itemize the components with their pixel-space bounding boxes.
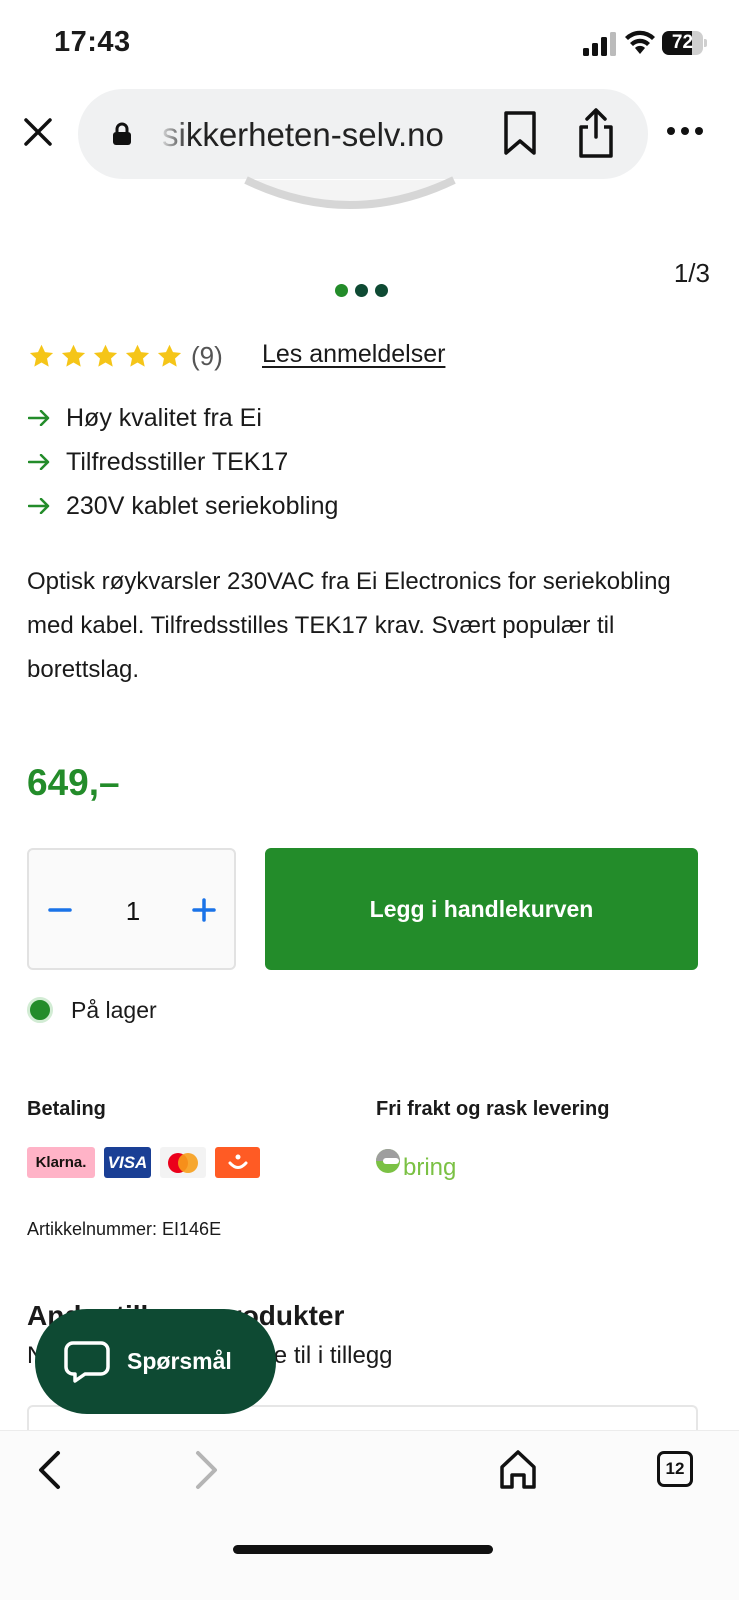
bring-logo-text: bring (403, 1154, 456, 1181)
bookmark-icon[interactable] (500, 110, 540, 156)
chat-label: Spørsmål (127, 1348, 232, 1374)
carousel-dot[interactable] (375, 284, 388, 297)
stock-text: På lager (71, 996, 157, 1023)
forward-icon[interactable] (190, 1449, 222, 1491)
minus-icon[interactable] (47, 890, 73, 930)
price: 649,– (27, 762, 120, 803)
lock-icon (113, 122, 131, 145)
carousel-counter: 1/3 (673, 258, 710, 288)
feature-text: Høy kvalitet fra Ei (66, 403, 262, 432)
star-icon (93, 344, 118, 367)
add-to-cart-button[interactable]: Legg i handlekurven (265, 848, 698, 970)
article-number: Artikkelnummer: EI146E (27, 1219, 222, 1239)
chat-button[interactable]: Spørsmål (35, 1309, 276, 1414)
star-rating (28, 343, 183, 370)
klarna-logo: Klarna. (27, 1147, 95, 1178)
arrow-right-icon (28, 410, 50, 426)
vipps-logo (215, 1147, 260, 1178)
status-bar: 17:43 72 (0, 0, 739, 88)
wifi-icon (625, 30, 655, 54)
payment-title: Betaling (27, 1098, 106, 1120)
carousel-dot[interactable] (355, 284, 368, 297)
tabs-icon[interactable]: 12 (657, 1451, 693, 1487)
back-icon[interactable] (34, 1449, 66, 1491)
quantity-stepper: 1 (27, 848, 236, 970)
visa-logo: VISA (104, 1147, 151, 1178)
star-icon (29, 344, 54, 367)
star-icon (157, 344, 182, 367)
product-image[interactable] (240, 150, 460, 210)
signal-icon (583, 32, 616, 56)
battery-icon: 72 (662, 31, 707, 55)
home-icon[interactable] (498, 1447, 538, 1491)
arrow-right-icon (28, 498, 50, 514)
delivery-title: Fri frakt og rask levering (376, 1098, 610, 1120)
feature-text: Tilfredsstiller TEK17 (66, 447, 289, 476)
chat-icon (64, 1340, 110, 1383)
rating[interactable]: (9) (28, 338, 223, 374)
share-icon[interactable] (576, 107, 616, 159)
battery-level: 72 (671, 32, 694, 53)
star-icon (125, 344, 150, 367)
browser-toolbar: 12 (0, 1430, 739, 1600)
rating-count: (9) (191, 340, 223, 371)
product-description: Optisk røykvarsler 230VAC fra Ei Electro… (27, 568, 671, 683)
carousel-dots[interactable] (335, 284, 388, 298)
more-icon[interactable] (666, 124, 704, 138)
feature-item: Tilfredsstiller TEK17 (28, 440, 338, 484)
home-indicator (233, 1545, 493, 1554)
stock-status: På lager (27, 994, 157, 1026)
feature-item: 230V kablet seriekobling (28, 484, 338, 528)
plus-icon[interactable] (191, 890, 217, 930)
arrow-right-icon (28, 454, 50, 470)
status-time: 17:43 (54, 26, 131, 58)
feature-list: Høy kvalitet fra Ei Tilfredsstiller TEK1… (28, 396, 338, 528)
feature-text: 230V kablet seriekobling (66, 491, 339, 520)
feature-item: Høy kvalitet fra Ei (28, 396, 338, 440)
payment-logos: Klarna. VISA (27, 1147, 260, 1178)
reviews-link[interactable]: Les anmeldelser (262, 340, 445, 369)
bring-logo: bring (376, 1149, 456, 1181)
carousel-dot[interactable] (335, 284, 348, 297)
stock-indicator (27, 997, 53, 1023)
close-icon[interactable] (18, 112, 58, 152)
mastercard-logo (160, 1147, 206, 1178)
star-icon (61, 344, 86, 367)
quantity-value[interactable]: 1 (109, 896, 157, 927)
